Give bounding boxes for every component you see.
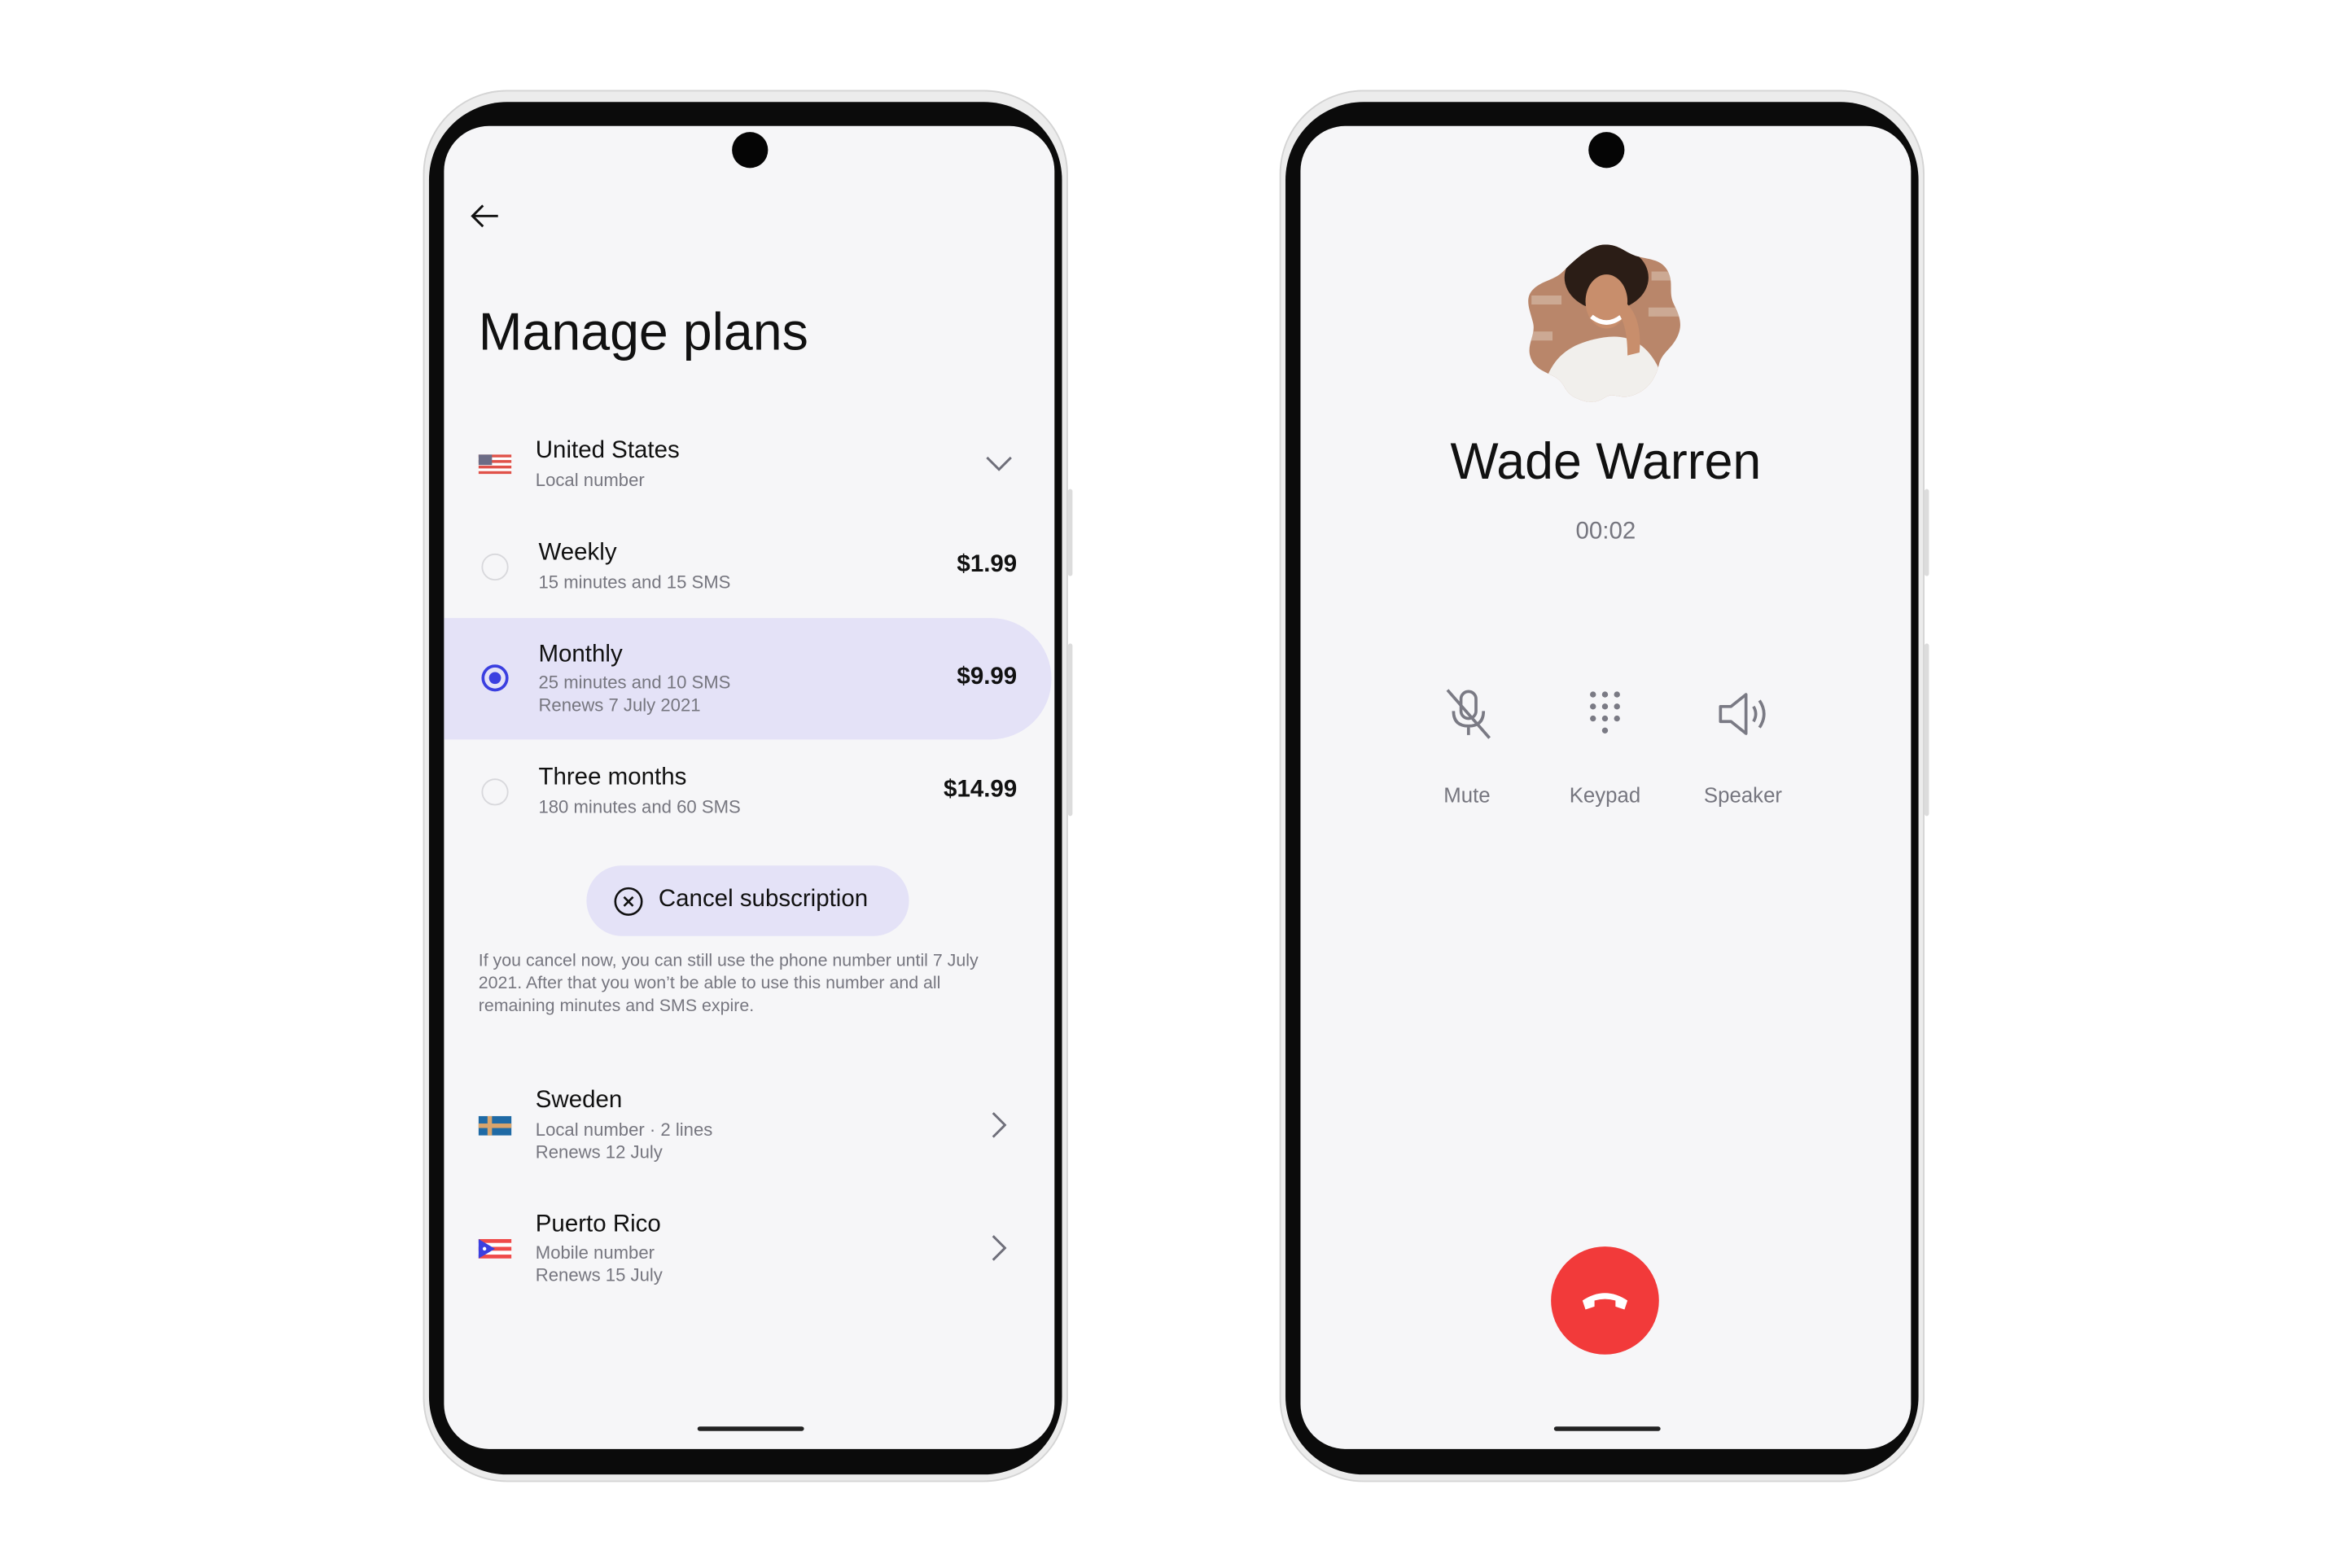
puerto-rico-flag-icon [478, 1238, 512, 1259]
keypad-label: Keypad [1569, 782, 1641, 808]
end-call-icon [1582, 1293, 1628, 1310]
chevron-right-icon [992, 1112, 1007, 1138]
home-indicator[interactable] [1553, 1426, 1660, 1431]
volume-button [1924, 488, 1929, 576]
plan-details: 15 minutes and 15 SMS [538, 571, 731, 593]
number-renewal: Renews 15 July [535, 1264, 663, 1286]
radio-button[interactable] [481, 553, 509, 581]
phone-call: Wade Warren 00:02 Mute Keypad Speaker [1279, 90, 1929, 1483]
country-name: Puerto Rico [535, 1211, 661, 1238]
plan-price: $14.99 [944, 777, 1018, 803]
number-details: Local number · 2 lines [535, 1119, 713, 1141]
call-duration: 00:02 [1575, 519, 1636, 545]
power-button [1067, 643, 1073, 817]
sweden-flag-icon [478, 1115, 512, 1136]
country-number-type: Local number [535, 469, 645, 491]
power-button [1924, 643, 1929, 817]
plan-option-three-months[interactable]: Three months 180 minutes and 60 SMS $14.… [444, 753, 1054, 831]
chevron-down-icon[interactable] [986, 456, 1013, 471]
plan-option-weekly[interactable]: Weekly 15 minutes and 15 SMS $1.99 [444, 528, 1054, 607]
manage-plans-screen: Manage plans United States Local number [444, 125, 1055, 1449]
camera-icon [1588, 132, 1624, 169]
chevron-right-icon [992, 1235, 1007, 1261]
plan-price: $1.99 [957, 552, 1018, 578]
keypad-icon [1590, 691, 1620, 734]
mic-off-icon [1446, 689, 1491, 739]
plan-name: Three months [538, 764, 687, 791]
cancel-subscription-button[interactable]: Cancel subscription [586, 865, 909, 936]
us-flag-icon [478, 454, 512, 475]
radio-button-selected[interactable] [481, 664, 509, 692]
country-selector-us[interactable]: United States Local number [444, 426, 1054, 501]
speaker-icon [1719, 693, 1766, 735]
volume-button [1067, 488, 1073, 576]
country-name: Sweden [535, 1087, 623, 1114]
close-circle-icon [614, 887, 643, 916]
back-arrow-icon[interactable] [470, 203, 500, 230]
speaker-label: Speaker [1703, 782, 1783, 808]
keypad-button[interactable]: Keypad [1530, 687, 1680, 822]
number-row-sweden[interactable]: Sweden Local number · 2 lines Renews 12 … [444, 1080, 1054, 1171]
plan-option-monthly[interactable]: Monthly 25 minutes and 10 SMS Renews 7 J… [444, 618, 1052, 740]
mute-label: Mute [1443, 782, 1491, 808]
plan-details: 25 minutes and 10 SMS [538, 672, 731, 694]
number-details: Mobile number [535, 1242, 655, 1264]
avatar [1528, 244, 1680, 402]
plan-details: 180 minutes and 60 SMS [538, 796, 741, 818]
home-indicator[interactable] [696, 1426, 804, 1431]
plan-price: $9.99 [957, 664, 1018, 690]
speaker-button[interactable]: Speaker [1668, 687, 1818, 822]
plan-renewal: Renews 7 July 2021 [538, 694, 701, 716]
country-name: United States [535, 438, 680, 464]
mute-button[interactable]: Mute [1392, 687, 1542, 822]
number-renewal: Renews 12 July [535, 1141, 663, 1163]
page-title: Manage plans [478, 303, 808, 362]
plan-name: Monthly [538, 642, 623, 668]
contact-name: Wade Warren [1450, 433, 1762, 491]
call-screen: Wade Warren 00:02 Mute Keypad Speaker [1300, 125, 1912, 1449]
number-row-puerto-rico[interactable]: Puerto Rico Mobile number Renews 15 July [444, 1203, 1054, 1294]
phone-manage-plans: Manage plans United States Local number [423, 90, 1073, 1483]
radio-button[interactable] [481, 778, 509, 806]
camera-icon [731, 132, 768, 169]
cancel-subscription-label: Cancel subscription [658, 886, 869, 913]
cancel-note: If you cancel now, you can still use the… [478, 951, 979, 1016]
plan-name: Weekly [538, 540, 617, 566]
end-call-button[interactable] [1551, 1246, 1659, 1355]
